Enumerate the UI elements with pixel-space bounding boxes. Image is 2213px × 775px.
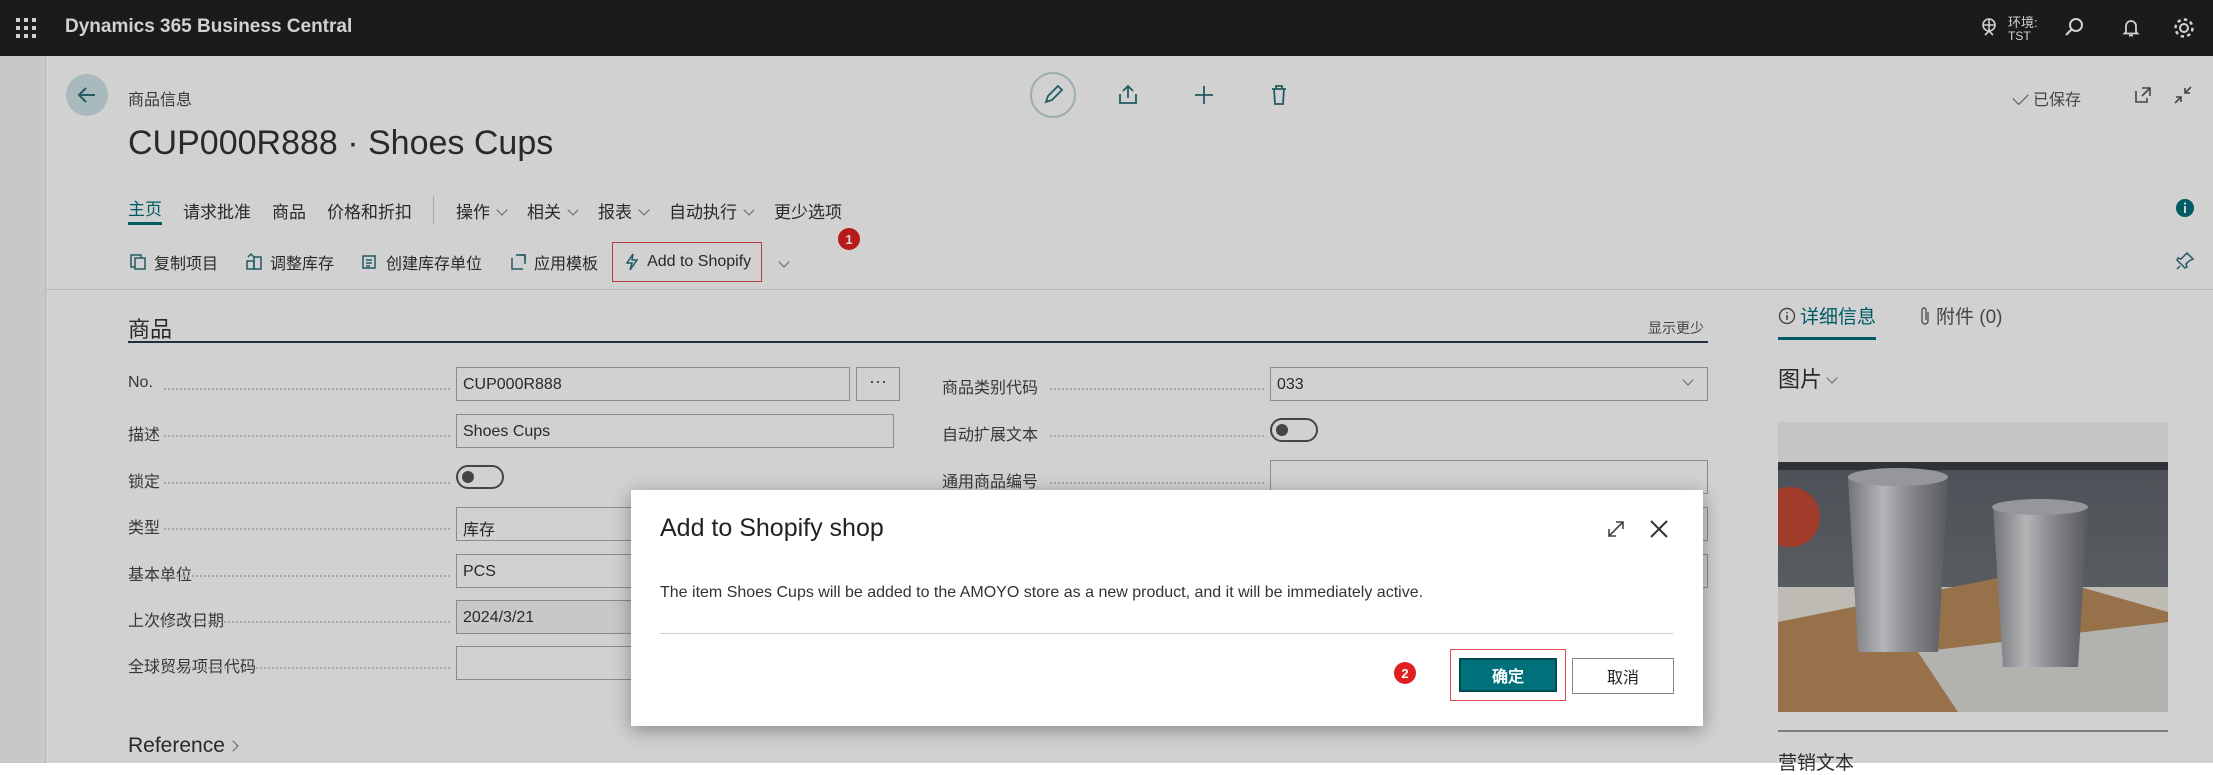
close-icon[interactable] bbox=[1644, 514, 1674, 544]
add-to-shopify-dialog: Add to Shopify shop The item Shoes Cups … bbox=[631, 490, 1703, 726]
ok-button[interactable]: 确定 bbox=[1459, 658, 1557, 692]
dialog-divider bbox=[660, 633, 1673, 634]
expand-icon[interactable] bbox=[1601, 514, 1631, 544]
dialog-title: Add to Shopify shop bbox=[660, 514, 884, 542]
step-badge-2: 2 bbox=[1394, 662, 1416, 684]
dialog-message: The item Shoes Cups will be added to the… bbox=[660, 584, 1424, 601]
cancel-button[interactable]: 取消 bbox=[1572, 658, 1674, 694]
